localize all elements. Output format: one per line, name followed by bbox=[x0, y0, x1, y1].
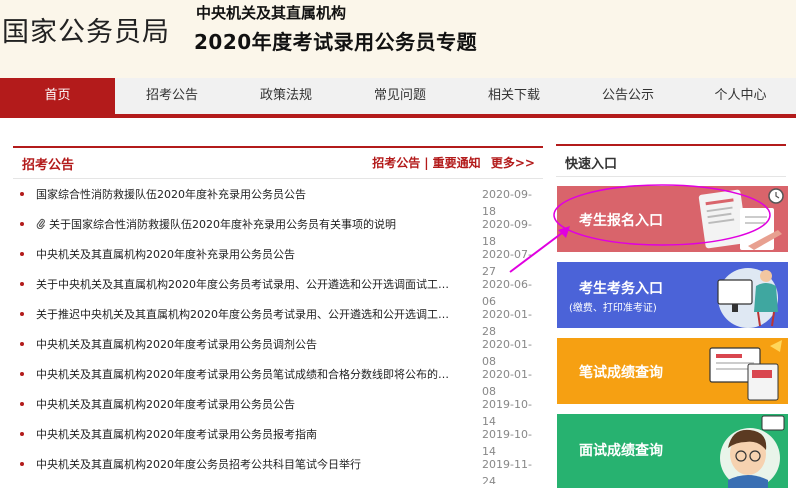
bullet-icon bbox=[20, 192, 24, 196]
announcement-title-link[interactable]: 中央机关及其直属机构2020年度补充录用公务员公告 bbox=[36, 246, 456, 262]
link-important-notices[interactable]: 重要通知 bbox=[433, 156, 481, 170]
link-recruitment-notices[interactable]: 招考公告 bbox=[372, 156, 420, 170]
header-subtitle-topic: 2020年度考试录用公务员专题 bbox=[194, 30, 478, 54]
announcement-title-link[interactable]: 关于国家综合性消防救援队伍2020年度补充录用公务员有关事项的说明 bbox=[36, 216, 456, 232]
bullet-icon bbox=[20, 432, 24, 436]
score-document-illustration-icon bbox=[709, 340, 782, 401]
card-written-test-score-query[interactable]: 笔试成绩查询 bbox=[557, 338, 788, 404]
card-label: 笔试成绩查询 bbox=[579, 365, 663, 381]
interviewee-illustration-icon bbox=[720, 415, 785, 488]
announcement-title-link[interactable]: 中央机关及其直属机构2020年度公务员招考公共科目笔试今日举行 bbox=[36, 456, 456, 472]
nav-item-downloads[interactable]: 相关下载 bbox=[457, 78, 571, 114]
link-separator: | bbox=[424, 156, 429, 170]
announcements-title: 招考公告 bbox=[22, 158, 75, 173]
announcement-title-link[interactable]: 中央机关及其直属机构2020年度考试录用公务员报考指南 bbox=[36, 426, 456, 442]
bullet-icon bbox=[20, 402, 24, 406]
card-label: 考生报名入口 bbox=[579, 213, 663, 229]
more-link[interactable]: 更多>> bbox=[491, 156, 535, 170]
bullet-icon bbox=[20, 372, 24, 376]
nav-item-policies[interactable]: 政策法规 bbox=[229, 78, 343, 114]
bullet-icon bbox=[20, 312, 24, 316]
list-item: 中央机关及其直属机构2020年度考试录用公务员公告 2019-10-14 bbox=[13, 390, 543, 428]
site-title: 国家公务员局 bbox=[2, 17, 170, 48]
bullet-icon bbox=[20, 282, 24, 286]
announcement-title-link[interactable]: 关于推迟中央机关及其直属机构2020年度公务员考试录用、公开遴选和公开选调工作的… bbox=[36, 306, 456, 322]
card-label: 面试成绩查询 bbox=[579, 443, 663, 459]
announcements-links: 招考公告 | 重要通知 更多>> bbox=[372, 154, 535, 171]
main-nav: 首页 招考公告 政策法规 常见问题 相关下载 公告公示 个人中心 bbox=[0, 78, 796, 118]
announcements-header: 招考公告 招考公告 | 重要通知 更多>> bbox=[13, 148, 543, 179]
nav-item-personal-center[interactable]: 个人中心 bbox=[685, 78, 796, 114]
announcement-date: 2019-11-24 bbox=[482, 458, 532, 484]
nav-item-public-notices[interactable]: 公告公示 bbox=[571, 78, 685, 114]
list-item: 中央机关及其直属机构2020年度考试录用公务员笔试成绩和合格分数线即将公布的公告… bbox=[13, 360, 543, 398]
announcement-title-link[interactable]: 中央机关及其直属机构2020年度考试录用公务员调剂公告 bbox=[36, 336, 456, 352]
list-item: 国家综合性消防救援队伍2020年度补充录用公务员公告 2020-09-18 bbox=[13, 180, 543, 218]
list-item: 关于国家综合性消防救援队伍2020年度补充录用公务员有关事项的说明 2020-0… bbox=[13, 210, 543, 248]
registration-form-illustration-icon bbox=[698, 188, 784, 250]
list-item: 中央机关及其直属机构2020年度考试录用公务员报考指南 2019-10-14 bbox=[13, 420, 543, 458]
announcement-title-link[interactable]: 关于中央机关及其直属机构2020年度公务员考试录用、公开遴选和公开选调面试工作的… bbox=[36, 276, 456, 292]
paperclip-icon bbox=[36, 218, 45, 229]
bullet-icon bbox=[20, 342, 24, 346]
page-header: 国家公务员局 中央机关及其直属机构 2020年度考试录用公务员专题 bbox=[0, 0, 796, 78]
announcements-panel: 招考公告 招考公告 | 重要通知 更多>> 国家综合性消防救援队伍2020年度补充录… bbox=[13, 146, 543, 484]
card-registration-entry[interactable]: 考生报名入口 bbox=[557, 186, 788, 252]
bullet-icon bbox=[20, 462, 24, 466]
quick-access-header: 快速入口 bbox=[556, 144, 786, 177]
announcement-title-text: 关于国家综合性消防救援队伍2020年度补充录用公务员有关事项的说明 bbox=[49, 218, 396, 231]
card-label: 考生考务入口 bbox=[579, 281, 663, 297]
list-item: 中央机关及其直属机构2020年度公务员招考公共科目笔试今日举行 2019-11-… bbox=[13, 450, 543, 484]
nav-item-home[interactable]: 首页 bbox=[0, 78, 115, 114]
bullet-icon bbox=[20, 252, 24, 256]
quick-access-title: 快速入口 bbox=[565, 157, 618, 172]
list-item: 关于中央机关及其直属机构2020年度公务员考试录用、公开遴选和公开选调面试工作的… bbox=[13, 270, 543, 308]
card-interview-score-query[interactable]: 面试成绩查询 bbox=[557, 414, 788, 488]
card-exam-affairs-entry[interactable]: 考生考务入口 (缴费、打印准考证) bbox=[557, 262, 788, 328]
list-item: 中央机关及其直属机构2020年度考试录用公务员调剂公告 2020-01-08 bbox=[13, 330, 543, 368]
card-sublabel: (缴费、打印准考证) bbox=[569, 303, 657, 314]
announcement-title-link[interactable]: 中央机关及其直属机构2020年度考试录用公务员笔试成绩和合格分数线即将公布的公告 bbox=[36, 366, 456, 382]
announcement-title-link[interactable]: 中央机关及其直属机构2020年度考试录用公务员公告 bbox=[36, 396, 456, 412]
nav-item-recruitment-notices[interactable]: 招考公告 bbox=[115, 78, 229, 114]
computer-user-illustration-icon bbox=[717, 268, 778, 328]
list-item: 关于推迟中央机关及其直属机构2020年度公务员考试录用、公开遴选和公开选调工作的… bbox=[13, 300, 543, 338]
list-item: 中央机关及其直属机构2020年度补充录用公务员公告 2020-07-27 bbox=[13, 240, 543, 278]
bullet-icon bbox=[20, 222, 24, 226]
nav-item-faq[interactable]: 常见问题 bbox=[343, 78, 457, 114]
announcement-title-link[interactable]: 国家综合性消防救援队伍2020年度补充录用公务员公告 bbox=[36, 186, 456, 202]
header-subtitle-org: 中央机关及其直属机构 bbox=[196, 4, 347, 22]
